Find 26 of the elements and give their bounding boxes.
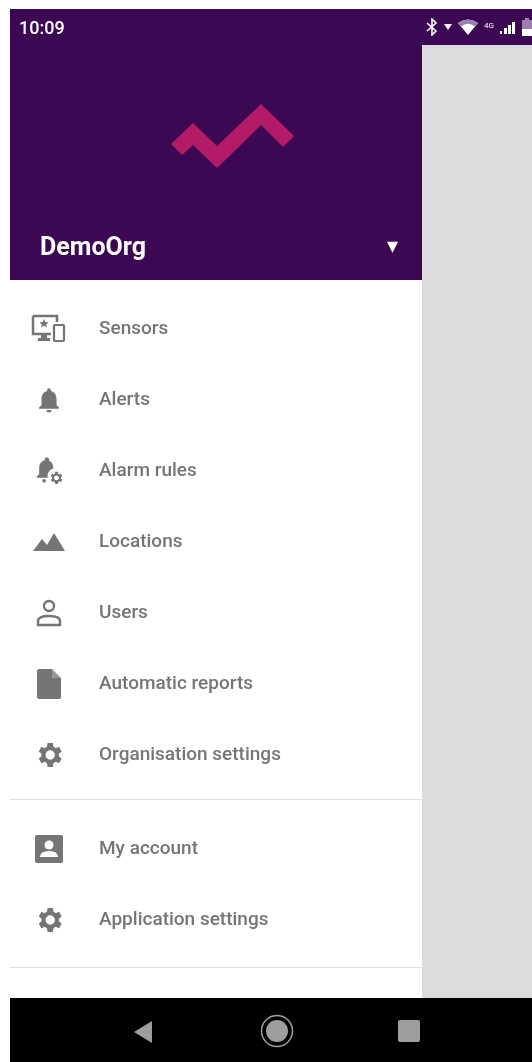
- menu-item[interactable]: Locations: [10, 506, 422, 577]
- menu-item[interactable]: Automatic reports: [10, 648, 422, 719]
- menu-item[interactable]: Users: [10, 577, 422, 648]
- menu-item[interactable]: Organisation settings: [10, 719, 422, 790]
- battery-icon: [522, 18, 532, 36]
- logo-icon: [171, 104, 294, 168]
- signal-icon: [500, 20, 516, 34]
- menu-item[interactable]: Sensors: [10, 293, 422, 364]
- organisation-name[interactable]: DemoOrg: [40, 227, 146, 265]
- wifi-icon: [458, 19, 479, 35]
- home-icon[interactable]: [260, 1014, 294, 1048]
- mountains-icon: [33, 532, 65, 551]
- dropdown-arrow[interactable]: ▾: [387, 235, 398, 258]
- bluetooth-icon: [426, 18, 439, 36]
- back-icon[interactable]: [132, 1021, 154, 1043]
- person-icon: [36, 598, 62, 627]
- menu-item[interactable]: Alarm rules: [10, 435, 422, 506]
- document-icon: [37, 668, 61, 699]
- monitor-phone-icon: [31, 313, 67, 344]
- menu-item[interactable]: Application settings: [10, 884, 422, 955]
- contact-card-icon: [35, 834, 63, 863]
- download-icon: [444, 23, 453, 31]
- network-type: 4G: [484, 22, 494, 30]
- menu-item[interactable]: My account: [10, 813, 422, 884]
- menu-item[interactable]: Alerts: [10, 364, 422, 435]
- clock: 10:09: [19, 15, 65, 40]
